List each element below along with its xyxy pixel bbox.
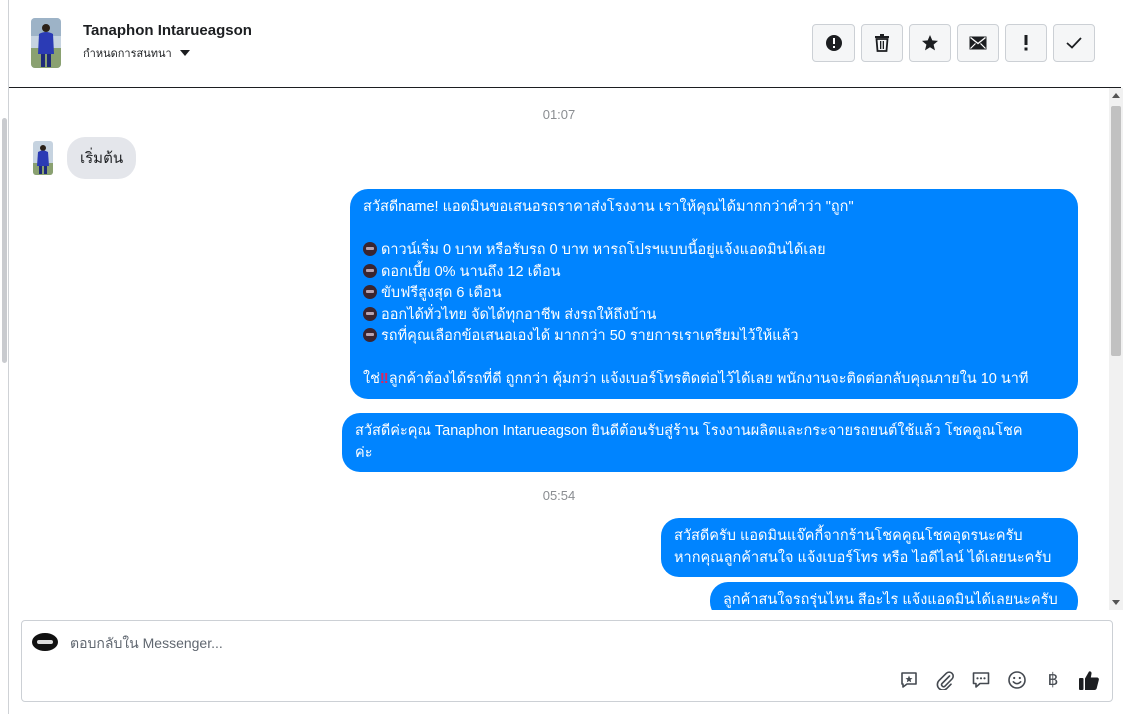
message-line: สวัสดีname! แอดมินขอเสนอรถราคาส่งโรงงาน … [363, 199, 854, 215]
reply-composer: ฿ [21, 620, 1113, 702]
car-emoji-icon [363, 242, 377, 256]
chat-bubble-icon [972, 672, 990, 688]
contact-avatar[interactable] [31, 18, 61, 68]
scrollbar-thumb[interactable] [1111, 106, 1121, 356]
saved-reply-icon [901, 672, 917, 688]
left-scrollbar-thumb[interactable] [2, 118, 7, 363]
bullet-line: ออกได้ทั่วไทย จัดได้ทุกอาชีพ ส่งรถให้ถึง… [363, 305, 1065, 327]
spam-button[interactable] [812, 24, 855, 62]
label-conversation-dropdown[interactable]: กำหนดการสนทนา [83, 44, 190, 62]
delete-button[interactable] [861, 24, 903, 62]
mark-unread-button[interactable] [957, 24, 999, 62]
saved-reply-button[interactable] [898, 669, 920, 691]
left-scrollbar[interactable] [0, 0, 9, 714]
like-button[interactable] [1078, 669, 1100, 691]
envelope-icon [969, 36, 987, 50]
message-line: ค่ะ [355, 444, 373, 461]
page-avatar [32, 633, 58, 651]
contact-avatar-small [33, 141, 53, 175]
message-thread[interactable]: 01:07 เริ่มต้น สวัสดีname! แอดมินขอเสนอร… [9, 88, 1109, 610]
car-emoji-icon [363, 263, 377, 278]
outgoing-message: สวัสดีครับ แอดมินแจ๊คกี้จากร้านโชคคูณโชค… [661, 518, 1078, 577]
trash-icon [875, 34, 889, 52]
label-conversation-text: กำหนดการสนทนา [83, 48, 172, 60]
outgoing-message: ลูกค้าสนใจรถรุ่นไหน สีอะไร แจ้งแอดมินได้… [710, 582, 1078, 610]
star-button[interactable] [909, 24, 951, 62]
outgoing-message: สวัสดีค่ะคุณ Tanaphon Intarueagson ยินดี… [342, 413, 1078, 472]
star-icon [922, 35, 938, 51]
conversation-header: Tanaphon Intarueagson กำหนดการสนทนา [9, 0, 1121, 88]
exclamation-icon [1024, 35, 1028, 51]
timestamp: 01:07 [542, 107, 576, 122]
attach-button[interactable] [934, 669, 956, 691]
bullet-line: รถที่คุณเลือกข้อเสนอเองได้ มากกว่า 50 รา… [363, 326, 1065, 348]
message-line: สวัสดีครับ แอดมินแจ๊คกี้จากร้านโชคคูณโชค… [674, 528, 1023, 544]
contact-name: Tanaphon Intarueagson [83, 22, 252, 39]
composer-actions: ฿ [898, 669, 1100, 691]
outgoing-message: สวัสดีname! แอดมินขอเสนอรถราคาส่งโรงงาน … [350, 189, 1078, 399]
reply-input[interactable] [70, 633, 970, 653]
bullet-line: ดอกเบี้ย 0% นานถึง 12 เดือน [363, 262, 1065, 284]
emoji-button[interactable] [1006, 669, 1028, 691]
car-emoji-icon [363, 306, 377, 321]
alert-circle-icon [825, 35, 842, 51]
bullet-line: ดาวน์เริ่ม 0 บาท หรือรับรถ 0 บาท หารถโปร… [363, 240, 1065, 262]
follow-up-button[interactable] [1005, 24, 1047, 62]
message-line: สวัสดีค่ะคุณ Tanaphon Intarueagson ยินดี… [355, 423, 1023, 439]
conversation-toolbar [812, 24, 1095, 62]
message-line: หากคุณลูกค้าสนใจ แจ้งเบอร์โทร หรือ ไอดีไ… [674, 549, 1052, 566]
done-button[interactable] [1053, 24, 1095, 62]
caret-down-icon [179, 50, 190, 56]
incoming-message: เริ่มต้น [67, 137, 137, 179]
message-line: ใช่‼ลูกค้าต้องได้รถที่ดี ถูกกว่า คุ้มกว่… [363, 371, 1029, 387]
car-emoji-icon [363, 328, 377, 342]
emoji-icon [1008, 671, 1026, 689]
message-line: ลูกค้าสนใจรถรุ่นไหน สีอะไร แจ้งแอดมินได้… [723, 592, 1058, 608]
bullet-line: ขับฟรีสูงสุด 6 เดือน [363, 283, 1065, 305]
thumbs-up-icon [1079, 671, 1099, 690]
thread-scrollbar[interactable] [1109, 88, 1123, 610]
scroll-up-icon[interactable] [1112, 93, 1120, 98]
check-icon [1066, 37, 1082, 49]
timestamp: 05:54 [542, 488, 576, 503]
scroll-down-icon[interactable] [1112, 600, 1120, 605]
attachment-icon [936, 671, 954, 690]
baht-icon[interactable]: ฿ [1042, 669, 1064, 691]
double-exclamation-icon: ‼ [379, 371, 389, 387]
car-emoji-icon [363, 285, 377, 299]
quick-reply-button[interactable] [970, 669, 992, 691]
